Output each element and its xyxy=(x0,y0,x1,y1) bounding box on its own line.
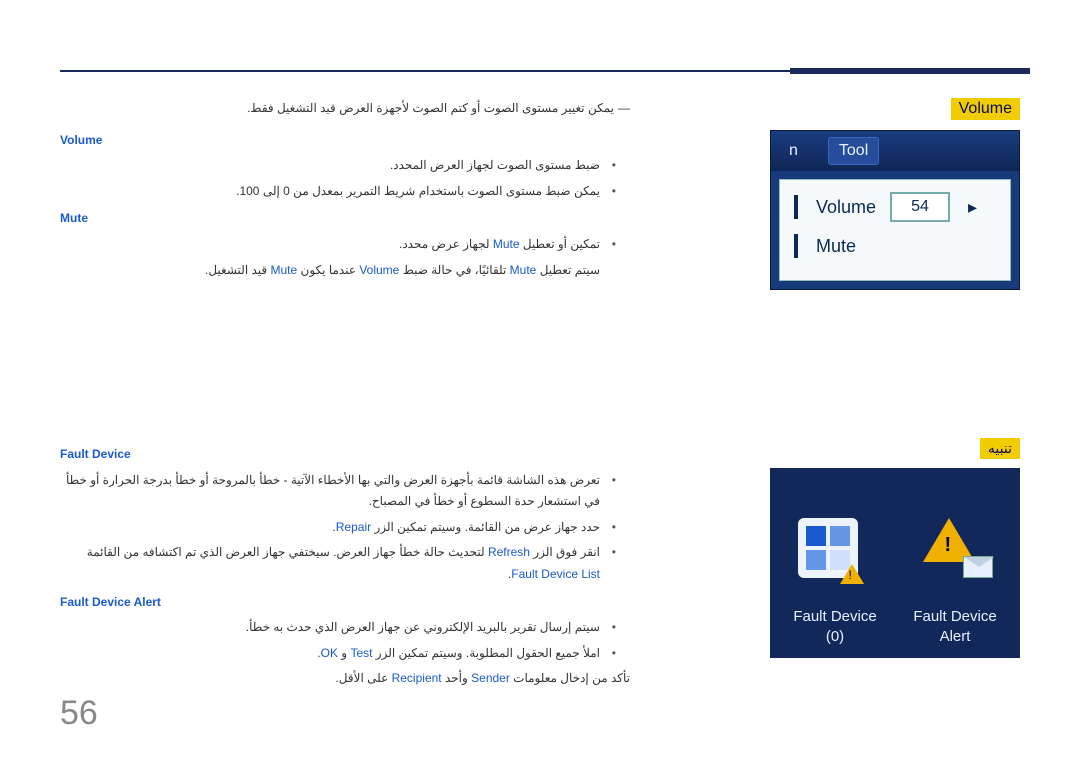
list-item: يمكن ضبط مستوى الصوت باستخدام شريط التمر… xyxy=(60,181,612,203)
list-item: املأ جميع الحقول المطلوبة. وسيتم تمكين ا… xyxy=(60,643,612,665)
heading-fault-device: Fault Device xyxy=(60,444,630,466)
mute-label: Mute xyxy=(816,236,856,257)
volume-value[interactable]: 54 xyxy=(890,192,950,222)
volume-list: ضبط مستوى الصوت لجهاز العرض المحدد. يمكن… xyxy=(60,155,630,202)
mute-list: تمكين أو تعطيل Mute لجهاز عرض محدد. xyxy=(60,234,630,256)
tab-tool[interactable]: Tool xyxy=(828,137,879,165)
volume-row: Volume 54 ▸ xyxy=(794,192,996,222)
screenshot-volume-panel: n Tool Volume 54 ▸ Mute xyxy=(770,130,1020,290)
fault-device-list: تعرض هذه الشاشة قائمة بأجهزة العرض والتي… xyxy=(60,470,630,586)
heading-volume: Volume xyxy=(60,130,630,152)
fault-device-label: Fault Device (0) xyxy=(780,607,890,646)
content-alert-section: Fault Device تعرض هذه الشاشة قائمة بأجهز… xyxy=(60,438,630,690)
section-label-alert: تنبيه xyxy=(980,438,1020,459)
section-label-volume: Volume xyxy=(951,98,1020,120)
fault-device-alert-icon[interactable] xyxy=(923,518,993,578)
heading-fault-device-alert: Fault Device Alert xyxy=(60,592,630,614)
header-rule xyxy=(60,70,1020,72)
volume-label: Volume xyxy=(816,197,876,218)
page-number: 56 xyxy=(60,694,98,733)
fault-device-icon[interactable] xyxy=(798,518,858,578)
fault-device-alert-label: Fault Device Alert xyxy=(900,607,1010,646)
alert-labels: Fault Device (0) Fault Device Alert xyxy=(780,607,1010,646)
row-marker-icon xyxy=(794,195,798,219)
list-item: سيتم إرسال تقرير بالبريد الإلكتروني عن ج… xyxy=(60,617,612,639)
mute-row[interactable]: Mute xyxy=(794,234,996,258)
list-item: انقر فوق الزر Refresh لتحديث حالة خطأ جه… xyxy=(60,542,612,585)
content-volume-section: يمكن تغيير مستوى الصوت أو كتم الصوت لأجه… xyxy=(60,98,630,281)
screenshot-alert-panel: Fault Device (0) Fault Device Alert xyxy=(770,468,1020,658)
volume-increase-button[interactable]: ▸ xyxy=(964,197,981,218)
tab-n[interactable]: n xyxy=(779,138,808,164)
heading-mute: Mute xyxy=(60,208,630,230)
fda-note: تأكد من إدخال معلومات Sender وأحد Recipi… xyxy=(60,668,630,690)
volume-panel-body: Volume 54 ▸ Mute xyxy=(779,179,1011,281)
list-item: تعرض هذه الشاشة قائمة بأجهزة العرض والتي… xyxy=(60,470,612,513)
tab-bar: n Tool xyxy=(771,131,1019,171)
row-marker-icon xyxy=(794,234,798,258)
fault-device-alert-list: سيتم إرسال تقرير بالبريد الإلكتروني عن ج… xyxy=(60,617,630,664)
alert-icon-row xyxy=(780,518,1010,578)
mute-note: سيتم تعطيل Mute تلقائيًا، في حالة ضبط Vo… xyxy=(60,260,630,282)
list-item: تمكين أو تعطيل Mute لجهاز عرض محدد. xyxy=(60,234,612,256)
list-item: حدد جهاز عرض من القائمة. وسيتم تمكين الز… xyxy=(60,517,612,539)
list-item: ضبط مستوى الصوت لجهاز العرض المحدد. xyxy=(60,155,612,177)
intro-text: يمكن تغيير مستوى الصوت أو كتم الصوت لأجه… xyxy=(60,98,630,120)
